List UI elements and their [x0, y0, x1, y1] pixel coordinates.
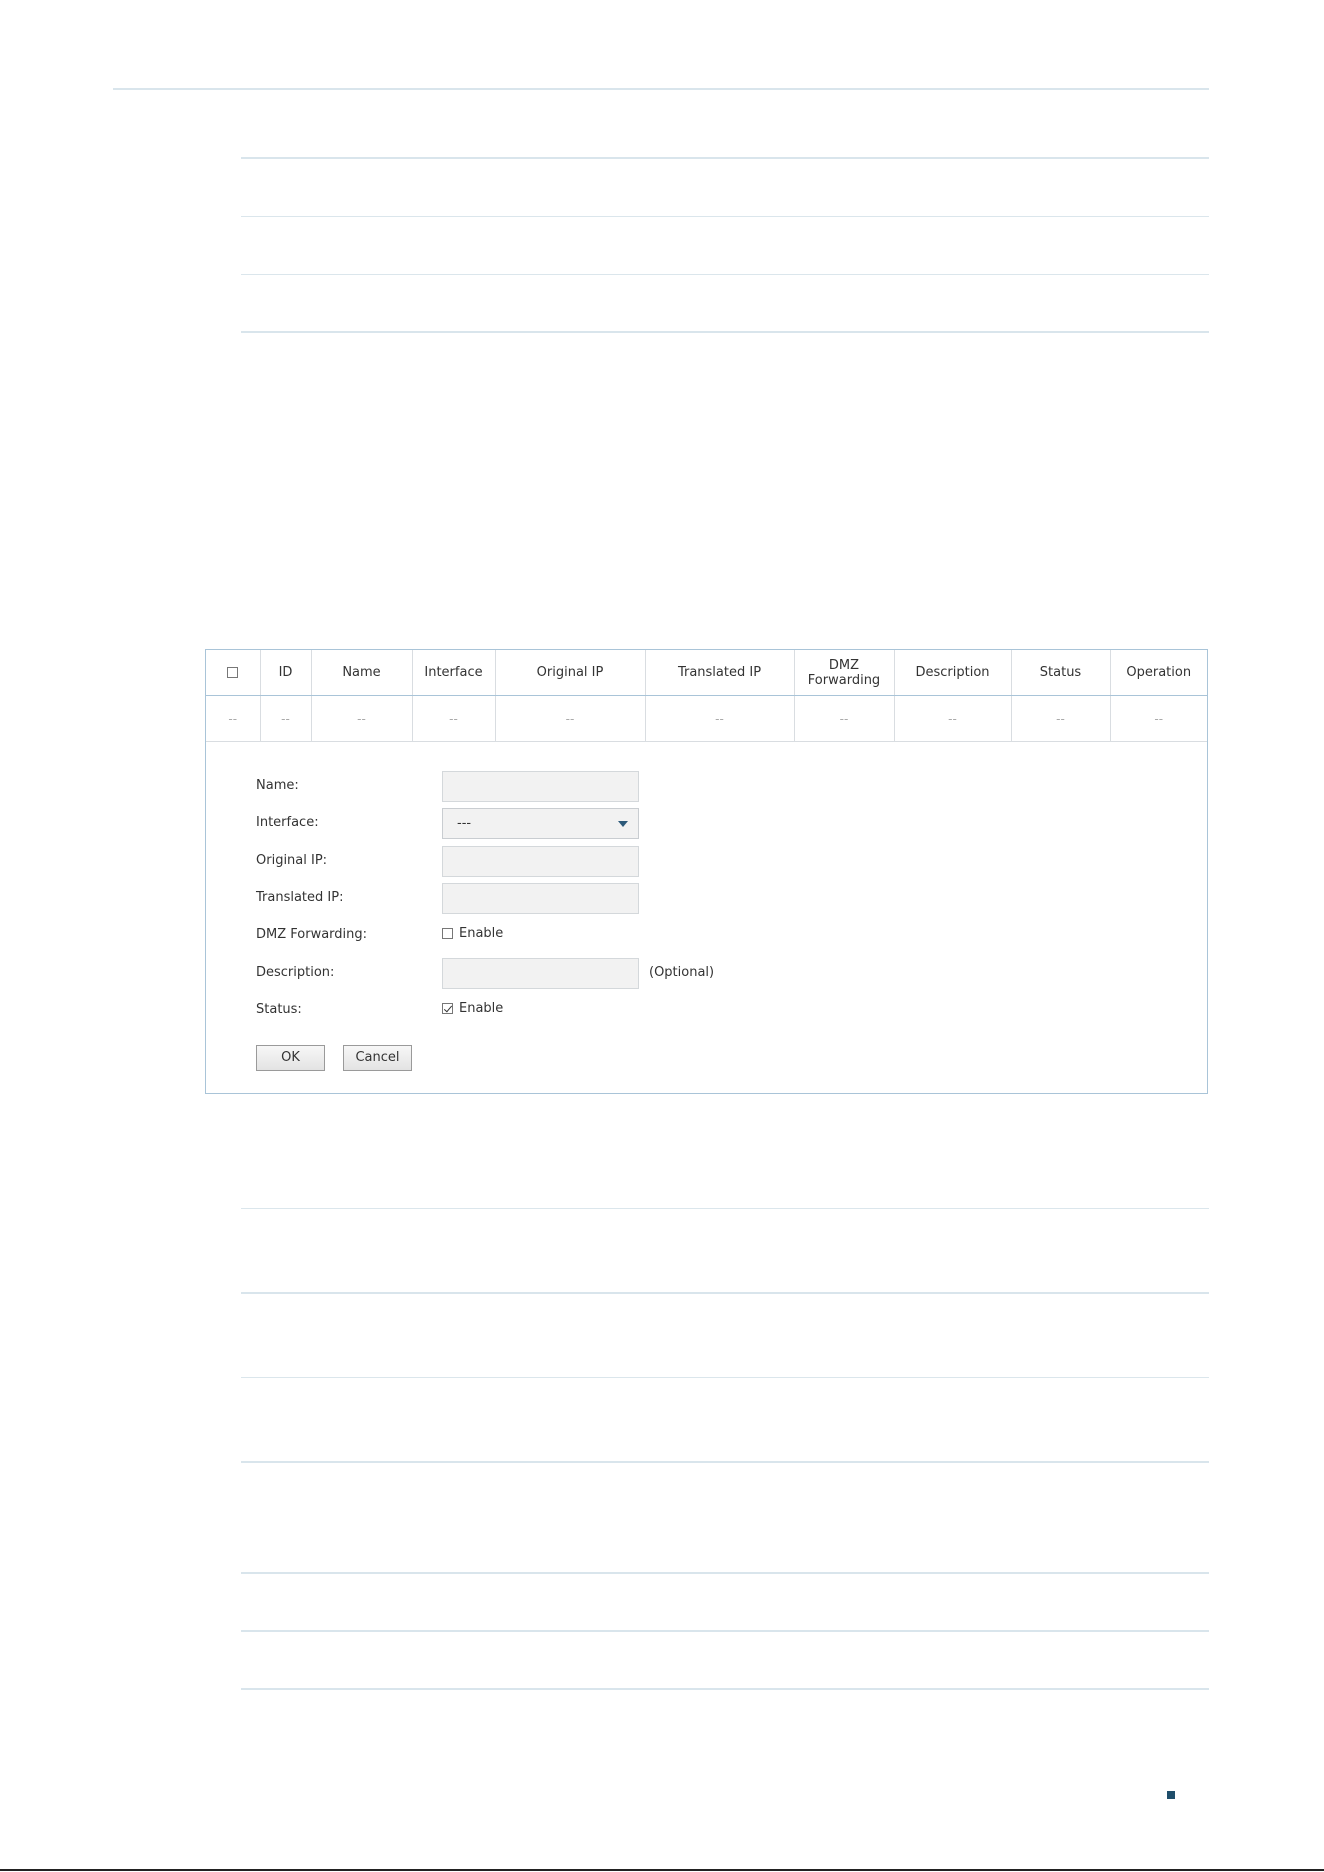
rule [241, 1377, 1209, 1378]
interface-select-value: --- [457, 816, 472, 831]
table-cell: -- [311, 695, 413, 742]
col-description: Description [894, 650, 1012, 696]
original-ip-label: Original IP: [256, 853, 328, 868]
status-label: Status: [256, 1002, 302, 1017]
dmz-enable-label: Enable [459, 926, 504, 941]
status-checkbox[interactable] [442, 1003, 453, 1014]
rule [241, 157, 1209, 159]
table-row: -- -- -- -- -- -- -- -- -- -- [206, 695, 1207, 742]
col-original-ip: Original IP [495, 650, 646, 696]
col-name: Name [311, 650, 413, 696]
table-cell: -- [412, 695, 496, 742]
col-translated-ip: Translated IP [645, 650, 795, 696]
table-cell: -- [495, 695, 646, 742]
table-cell: -- [260, 695, 312, 742]
original-ip-input[interactable] [442, 846, 639, 877]
col-operation: Operation [1110, 650, 1207, 696]
rule [241, 1572, 1209, 1574]
status-enable-label: Enable [459, 1001, 504, 1016]
col-dmz-line1: DMZ [828, 657, 860, 673]
table-cell: -- [1110, 695, 1207, 742]
description-label: Description: [256, 965, 335, 980]
rule [241, 1630, 1209, 1632]
description-input[interactable] [442, 958, 639, 989]
select-all-cell [206, 650, 261, 696]
col-dmz-line2: Forwarding [807, 672, 881, 688]
static-nat-panel: ID Name Interface Original IP Translated… [205, 649, 1208, 1094]
translated-ip-label: Translated IP: [256, 890, 344, 905]
table-cell: -- [1011, 695, 1111, 742]
rule [241, 331, 1209, 333]
dmz-forwarding-checkbox[interactable] [442, 928, 453, 939]
rule [241, 216, 1209, 217]
translated-ip-input[interactable] [442, 883, 639, 914]
cancel-button[interactable]: Cancel [343, 1045, 412, 1071]
interface-select[interactable]: --- [442, 808, 639, 839]
name-label: Name: [256, 778, 299, 793]
rule [241, 1208, 1209, 1209]
rule [241, 1461, 1209, 1463]
table-cell: -- [794, 695, 895, 742]
table-header-row: ID Name Interface Original IP Translated… [206, 650, 1207, 696]
ok-button[interactable]: OK [256, 1045, 325, 1071]
select-all-checkbox[interactable] [227, 667, 239, 678]
table-cell: -- [894, 695, 1012, 742]
description-optional-hint: (Optional) [649, 965, 715, 980]
col-interface: Interface [412, 650, 496, 696]
interface-label: Interface: [256, 815, 319, 830]
dmz-forwarding-toggle[interactable]: Enable [442, 926, 503, 941]
name-input[interactable] [442, 771, 639, 802]
rule [241, 1292, 1209, 1294]
rule [241, 1688, 1209, 1690]
table-cell: -- [206, 695, 261, 742]
col-status: Status [1011, 650, 1111, 696]
status-toggle[interactable]: Enable [442, 1001, 503, 1016]
nat-table: ID Name Interface Original IP Translated… [206, 650, 1207, 742]
page-footer-marker [1167, 1791, 1175, 1799]
col-id: ID [260, 650, 312, 696]
bottom-border [0, 1869, 1324, 1871]
top-rule [113, 88, 1209, 90]
table-cell: -- [645, 695, 795, 742]
chevron-down-icon [618, 821, 628, 827]
rule [241, 274, 1209, 275]
col-dmz-forwarding: DMZ Forwarding [794, 650, 895, 696]
dmz-forwarding-label: DMZ Forwarding: [256, 927, 368, 942]
